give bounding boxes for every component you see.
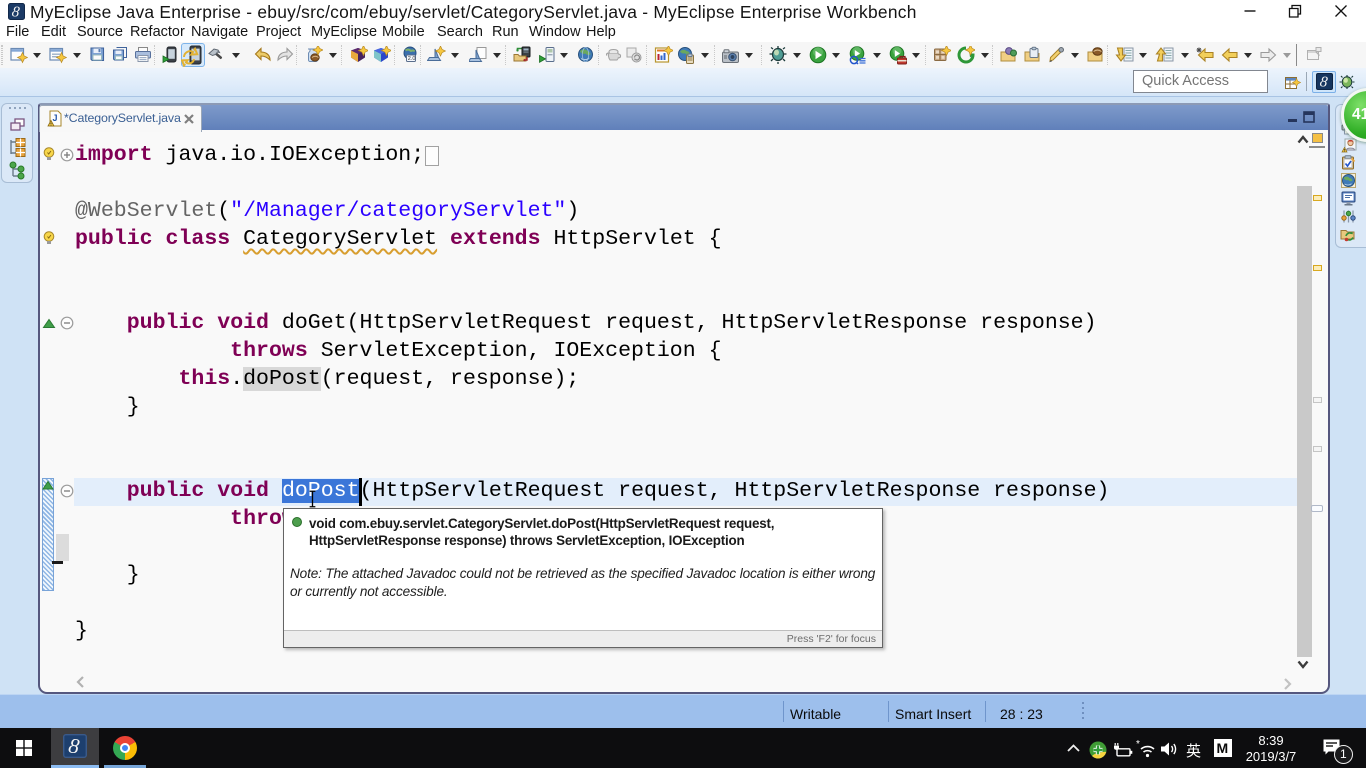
svg-text:2.0: 2.0 [408, 56, 416, 62]
svg-text:*: * [1136, 739, 1140, 750]
svg-text:J: J [53, 113, 58, 123]
